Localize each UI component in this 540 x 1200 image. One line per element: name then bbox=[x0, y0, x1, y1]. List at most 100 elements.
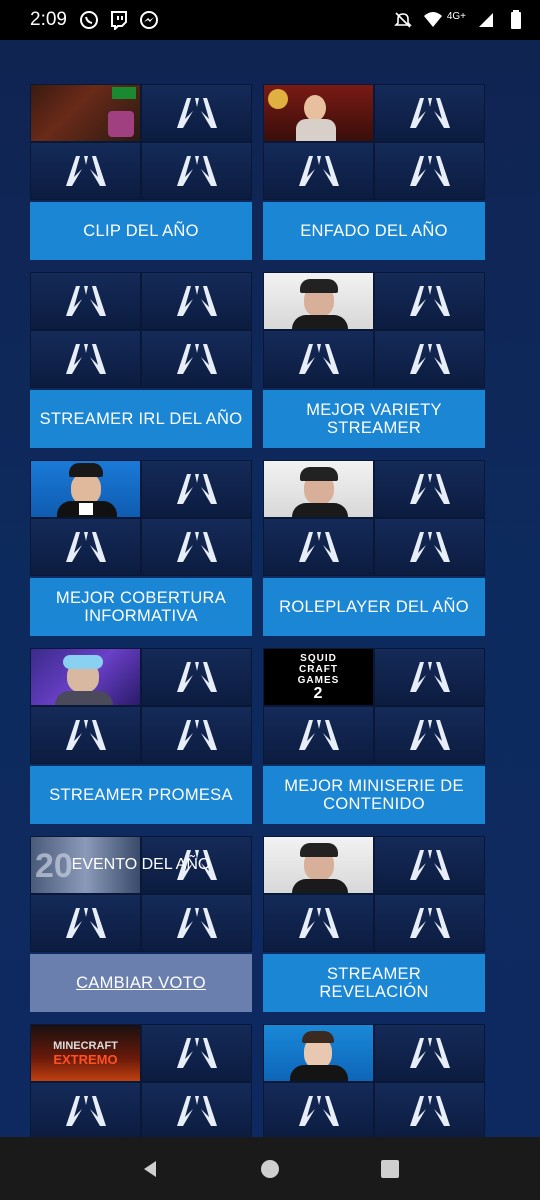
awards-logo-icon bbox=[298, 1096, 339, 1126]
nominee-tile[interactable] bbox=[30, 518, 141, 576]
status-bar: 2:09 4G+ bbox=[0, 0, 540, 40]
category-vote-button[interactable]: MEJOR COBERTURA INFORMATIVA bbox=[30, 578, 252, 636]
recents-icon[interactable] bbox=[370, 1149, 410, 1189]
nomination-card[interactable]: 20 EVENTO DEL AÑO CAMBIAR VOTO bbox=[30, 836, 252, 1014]
nominee-tile[interactable] bbox=[374, 648, 485, 706]
streamer-portrait-headset[interactable] bbox=[30, 648, 141, 706]
awards-logo-icon bbox=[298, 344, 339, 374]
nominee-tile[interactable] bbox=[374, 518, 485, 576]
nomination-card[interactable]: MEJOR COBERTURA INFORMATIVA bbox=[30, 460, 252, 638]
nomination-card[interactable]: STREAMER PROMESA bbox=[30, 648, 252, 826]
nominee-tile[interactable] bbox=[374, 84, 485, 142]
home-icon[interactable] bbox=[250, 1149, 290, 1189]
nominee-tile[interactable] bbox=[374, 272, 485, 330]
nominee-tile[interactable] bbox=[141, 272, 252, 330]
category-vote-button[interactable]: STREAMER REVELACIÓN bbox=[263, 954, 485, 1012]
category-vote-button[interactable]: ENFADO DEL AÑO bbox=[263, 202, 485, 260]
squid-craft-games-2-logo[interactable]: SQUID CRAFT GAMES 2 bbox=[263, 648, 374, 706]
nominee-tile[interactable] bbox=[374, 706, 485, 764]
streamer-portrait-tuxedo[interactable] bbox=[30, 460, 141, 518]
nominations-grid[interactable]: CLIP DEL AÑO ENFADO DEL AÑO STREAMER IRL D… bbox=[0, 40, 540, 1137]
nominee-tile[interactable] bbox=[141, 460, 252, 518]
nominee-tile[interactable] bbox=[374, 142, 485, 200]
nominee-tile[interactable] bbox=[374, 1024, 485, 1082]
nominee-tile[interactable] bbox=[263, 706, 374, 764]
nominee-tile[interactable] bbox=[141, 518, 252, 576]
nomination-card[interactable] bbox=[263, 1024, 485, 1137]
awards-logo-icon bbox=[176, 908, 217, 938]
nomination-card[interactable]: MINECRAFT EXTREMO bbox=[30, 1024, 252, 1137]
awards-logo-icon bbox=[409, 662, 450, 692]
awards-logo-icon bbox=[65, 286, 106, 316]
streamer-portrait-cap[interactable] bbox=[263, 272, 374, 330]
nominee-tile[interactable] bbox=[30, 894, 141, 952]
awards-logo-icon bbox=[65, 156, 106, 186]
nomination-card[interactable]: MEJOR VARIETY STREAMER bbox=[263, 272, 485, 450]
nominee-tile[interactable] bbox=[263, 330, 374, 388]
gameplay-clip-thumbnail[interactable] bbox=[30, 84, 141, 142]
nominee-tile[interactable] bbox=[263, 518, 374, 576]
nomination-card[interactable]: ROLEPLAYER DEL AÑO bbox=[263, 460, 485, 638]
nominee-tile[interactable] bbox=[141, 142, 252, 200]
nominee-tile[interactable] bbox=[141, 330, 252, 388]
awards-logo-icon bbox=[65, 720, 106, 750]
nominee-tile[interactable] bbox=[141, 1082, 252, 1137]
nomination-card[interactable]: CLIP DEL AÑO bbox=[30, 84, 252, 262]
nominee-tile[interactable] bbox=[141, 894, 252, 952]
streamer-portrait-suit[interactable] bbox=[263, 1024, 374, 1082]
nominee-tile[interactable] bbox=[141, 706, 252, 764]
messenger-icon bbox=[139, 10, 159, 30]
network-type: 4G+ bbox=[446, 10, 466, 22]
nominee-tile[interactable] bbox=[374, 460, 485, 518]
squid-logo-line: 2 bbox=[313, 684, 324, 702]
awards-logo-icon bbox=[409, 474, 450, 504]
category-vote-button[interactable]: MEJOR VARIETY STREAMER bbox=[263, 390, 485, 448]
wifi-icon bbox=[423, 10, 443, 30]
streamer-stream-thumbnail[interactable] bbox=[263, 84, 374, 142]
mute-icon bbox=[393, 10, 413, 30]
nominee-tile[interactable] bbox=[30, 330, 141, 388]
nomination-card[interactable]: ENFADO DEL AÑO bbox=[263, 84, 485, 262]
nomination-card[interactable]: STREAMER REVELACIÓN bbox=[263, 836, 485, 1014]
category-vote-button[interactable]: ROLEPLAYER DEL AÑO bbox=[263, 578, 485, 636]
awards-logo-icon bbox=[298, 156, 339, 186]
category-vote-button[interactable]: CLIP DEL AÑO bbox=[30, 202, 252, 260]
nominee-tile[interactable] bbox=[263, 1082, 374, 1137]
nominee-tile[interactable] bbox=[30, 706, 141, 764]
nominee-tile[interactable] bbox=[141, 648, 252, 706]
change-vote-button[interactable]: CAMBIAR VOTO bbox=[30, 954, 252, 1012]
nomination-card[interactable]: STREAMER IRL DEL AÑO bbox=[30, 272, 252, 450]
awards-logo-icon bbox=[298, 532, 339, 562]
awards-logo-icon bbox=[409, 98, 450, 128]
nominee-tile[interactable] bbox=[141, 84, 252, 142]
nominee-tile[interactable] bbox=[263, 894, 374, 952]
whatsapp-icon bbox=[79, 10, 99, 30]
nominee-tile[interactable] bbox=[141, 1024, 252, 1082]
awards-logo-icon bbox=[176, 286, 217, 316]
awards-logo-icon bbox=[409, 720, 450, 750]
category-vote-button[interactable]: STREAMER PROMESA bbox=[30, 766, 252, 824]
awards-logo-icon bbox=[176, 474, 217, 504]
status-time: 2:09 bbox=[30, 9, 67, 30]
awards-logo-icon bbox=[176, 850, 217, 880]
minecraft-extremo-thumbnail[interactable]: MINECRAFT EXTREMO bbox=[30, 1024, 141, 1082]
awards-logo-icon bbox=[65, 532, 106, 562]
twitch-icon bbox=[109, 10, 129, 30]
streamer-portrait-cap[interactable] bbox=[263, 460, 374, 518]
streamer-portrait-cap[interactable] bbox=[263, 836, 374, 894]
nominee-tile[interactable] bbox=[30, 1082, 141, 1137]
nominee-tile[interactable] bbox=[374, 836, 485, 894]
category-vote-button[interactable]: MEJOR MINISERIE DE CONTENIDO bbox=[263, 766, 485, 824]
nominee-tile[interactable] bbox=[374, 1082, 485, 1137]
nominee-tile[interactable] bbox=[374, 330, 485, 388]
category-vote-button[interactable]: STREAMER IRL DEL AÑO bbox=[30, 390, 252, 448]
nominee-tile[interactable] bbox=[30, 272, 141, 330]
awards-logo-icon bbox=[409, 850, 450, 880]
nominee-tile[interactable] bbox=[30, 142, 141, 200]
nominee-tile[interactable] bbox=[374, 894, 485, 952]
back-icon[interactable] bbox=[130, 1149, 170, 1189]
nomination-card[interactable]: SQUID CRAFT GAMES 2 MEJOR MINISERIE DE CONTE… bbox=[263, 648, 485, 826]
nominee-tile[interactable] bbox=[141, 836, 252, 894]
nominee-tile[interactable] bbox=[263, 142, 374, 200]
event-thumbnail[interactable]: 20 bbox=[30, 836, 141, 894]
